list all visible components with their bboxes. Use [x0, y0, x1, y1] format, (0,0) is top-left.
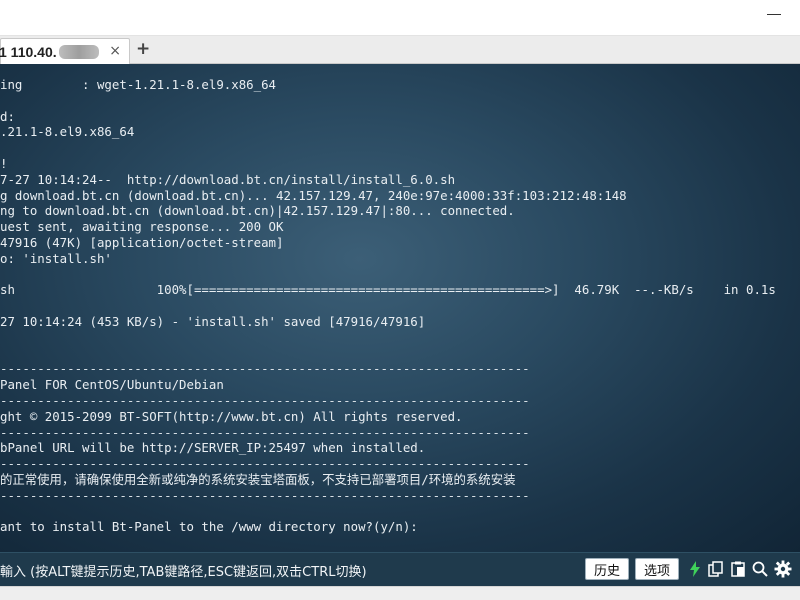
bottom-status-strip	[0, 586, 800, 600]
terminal-line: g download.bt.cn (download.bt.cn)... 42.…	[0, 187, 627, 203]
terminal-line: ant to install Bt-Panel to the /www dire…	[0, 519, 418, 535]
terminal-line: 47916 (47K) [application/octet-stream]	[0, 234, 284, 250]
tab-bar: 1 110.40. × +	[0, 36, 800, 64]
redacted-ip-mask	[58, 44, 99, 59]
terminal-line: o: 'install.sh'	[0, 250, 112, 266]
terminal-output[interactable]: ing : wget-1.21.1-8.el9.x86_64 d: .21.1-8.…	[0, 64, 800, 552]
session-tab[interactable]: 1 110.40. ×	[0, 38, 130, 64]
terminal-line: ----------------------------------------…	[0, 487, 530, 503]
minimize-button[interactable]	[766, 6, 782, 22]
terminal-line: ----------------------------------------…	[0, 361, 530, 377]
close-tab-icon[interactable]: ×	[109, 44, 121, 58]
terminal-lines: ing : wget-1.21.1-8.el9.x86_64 d: .21.1-8.…	[0, 77, 800, 535]
terminal-line: ght © 2015-2099 BT-SOFT(http://www.bt.cn…	[0, 408, 463, 424]
history-button[interactable]: 历史	[585, 558, 629, 580]
command-input-bar[interactable]: 輸入 (按ALT键提示历史,TAB键路径,ESC键返回,双击CTRL切换) 历史…	[0, 552, 800, 586]
lightning-icon[interactable]	[686, 560, 704, 578]
add-tab-button[interactable]: +	[136, 40, 150, 58]
terminal-line: sh 100%[================================…	[0, 282, 776, 298]
terminal-line: ----------------------------------------…	[0, 424, 530, 440]
paste-icon[interactable]	[729, 560, 747, 578]
terminal-line: d:	[0, 108, 15, 124]
search-icon[interactable]	[751, 560, 769, 578]
terminal-line: ----------------------------------------…	[0, 392, 530, 408]
options-button[interactable]: 选项	[635, 558, 679, 580]
terminal-line: ng to download.bt.cn (download.bt.cn)|42…	[0, 203, 515, 219]
terminal-line: bPanel URL will be http://SERVER_IP:2549…	[0, 440, 426, 456]
terminal-line: .21.1-8.el9.x86_64	[0, 124, 135, 140]
terminal-line: 27 10:14:24 (453 KB/s) - 'install.sh' sa…	[0, 313, 426, 329]
terminal-line: 7-27 10:14:24-- http://download.bt.cn/in…	[0, 171, 456, 187]
terminal-line: uest sent, awaiting response... 200 OK	[0, 219, 284, 235]
window-title-bar	[0, 0, 800, 36]
terminal-line: Panel FOR CentOS/Ubuntu/Debian	[0, 377, 224, 393]
gear-icon[interactable]	[774, 560, 792, 578]
terminal-line: ing : wget-1.21.1-8.el9.x86_64	[0, 77, 277, 92]
terminal-line: ----------------------------------------…	[0, 456, 530, 472]
copy-icon[interactable]	[707, 560, 725, 578]
terminal-line: !	[0, 155, 8, 171]
terminal-line: 的正常使用，请确保使用全新或纯净的系统安装宝塔面板，不支持已部署项目/环境的系统…	[0, 471, 516, 487]
command-input-hint[interactable]: 輸入 (按ALT键提示历史,TAB键路径,ESC键返回,双击CTRL切换)	[0, 561, 367, 580]
session-tab-title: 1 110.40.	[0, 43, 57, 60]
